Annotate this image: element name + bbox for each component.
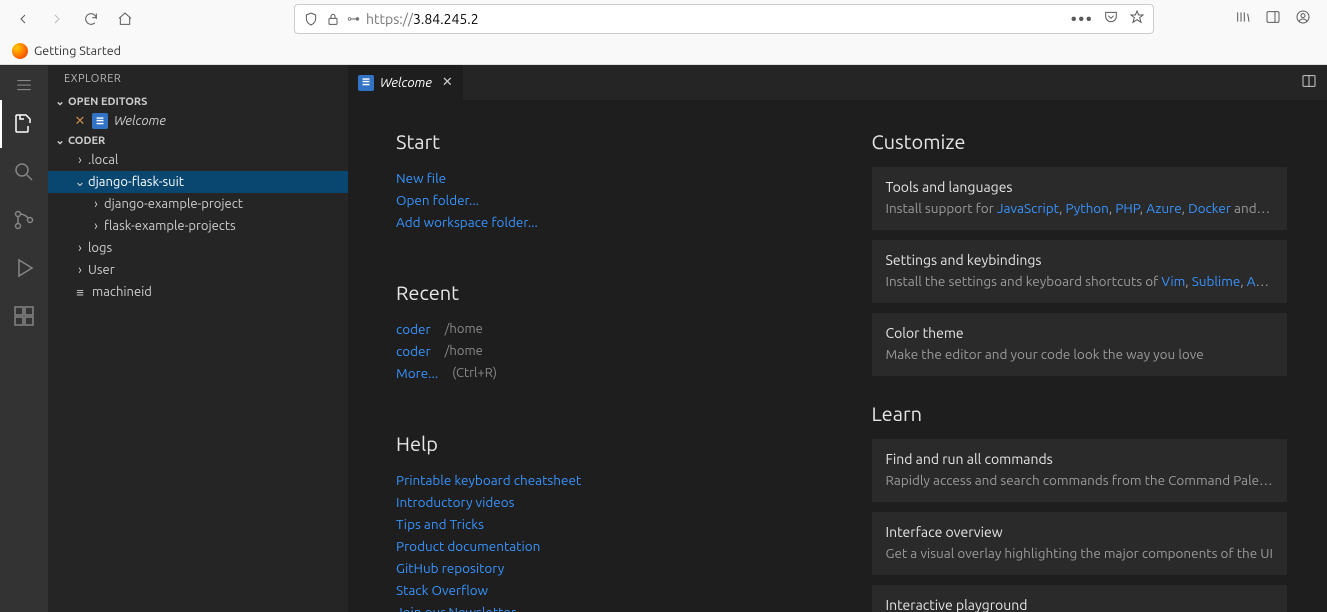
recent-more[interactable]: More...(Ctrl+R) [396,362,812,384]
extensions-activity[interactable] [0,292,48,340]
welcome-file-icon: ☰ [92,113,108,129]
explorer-title: EXPLORER [48,65,348,93]
scm-activity[interactable] [0,196,48,244]
help-link[interactable]: Product documentation [396,535,812,557]
help-link[interactable]: Join our Newsletter [396,601,812,612]
pocket-icon[interactable] [1103,9,1119,29]
learn-overview-card[interactable]: Interface overview Get a visual overlay … [872,512,1288,575]
open-editor-item[interactable]: ✕ ☰ Welcome [48,110,348,132]
lock-icon [325,11,341,27]
debug-activity[interactable] [0,244,48,292]
learn-playground-card[interactable]: Interactive playground [872,585,1288,612]
explorer-sidebar: EXPLORER ⌄OPEN EDITORS ✕ ☰ Welcome ⌄CODE… [48,65,348,612]
sidebar-toggle-icon[interactable] [1265,9,1281,29]
welcome-tab-icon: ☰ [358,75,374,91]
account-icon[interactable] [1295,9,1311,29]
url-text: https://3.84.245.2 [366,11,1065,27]
help-link[interactable]: Tips and Tricks [396,513,812,535]
customize-tools-card[interactable]: Tools and languages Install support for … [872,167,1288,230]
browser-toolbar: ⊶ https://3.84.245.2 ••• [0,0,1327,38]
activity-bar [0,65,48,612]
learn-commands-card[interactable]: Find and run all commands Rapidly access… [872,439,1288,502]
new-file-link[interactable]: New file [396,167,812,189]
tree-folder-flask-example[interactable]: ›flask-example-projects [48,215,348,237]
shield-icon [303,11,319,27]
tree-folder-django-flask-suit[interactable]: ⌄django-flask-suit [48,171,348,193]
file-tree: ›.local ⌄django-flask-suit ›django-examp… [48,149,348,303]
tree-file-machineid[interactable]: ≡machineid [48,281,348,303]
tree-folder-django-example[interactable]: ›django-example-project [48,193,348,215]
help-link[interactable]: GitHub repository [396,557,812,579]
tree-folder-user[interactable]: ›User [48,259,348,281]
back-button[interactable] [8,4,38,34]
url-bar[interactable]: ⊶ https://3.84.245.2 ••• [294,4,1154,34]
help-link[interactable]: Stack Overflow [396,579,812,601]
editor-area: ☰ Welcome ✕ Start New file Open folder..… [348,65,1327,612]
menu-button[interactable] [0,70,48,100]
browser-tab[interactable]: Getting Started [6,43,127,59]
vscode-app: EXPLORER ⌄OPEN EDITORS ✕ ☰ Welcome ⌄CODE… [0,65,1327,612]
tree-folder-logs[interactable]: ›logs [48,237,348,259]
toolbar-right [1235,9,1319,29]
welcome-page: Start New file Open folder... Add worksp… [348,100,1327,612]
forward-button[interactable] [42,4,72,34]
welcome-right-column: Customize Tools and languages Install su… [872,130,1288,592]
editor-tab-bar: ☰ Welcome ✕ [348,65,1327,100]
firefox-favicon [12,43,28,59]
open-editors-section[interactable]: ⌄OPEN EDITORS [48,93,348,110]
permissions-icon: ⊶ [347,12,360,27]
reload-button[interactable] [76,4,106,34]
close-tab-icon[interactable]: ✕ [442,75,453,90]
learn-heading: Learn [872,402,1288,425]
library-icon[interactable] [1235,9,1251,29]
split-editor-icon[interactable] [1301,73,1317,92]
close-editor-icon[interactable]: ✕ [72,114,88,129]
tree-folder-local[interactable]: ›.local [48,149,348,171]
bookmark-star-icon[interactable] [1129,9,1145,29]
welcome-left-column: Start New file Open folder... Add worksp… [396,130,812,592]
file-icon: ≡ [72,285,88,300]
recent-item[interactable]: coder/home [396,340,812,362]
help-link[interactable]: Introductory videos [396,491,812,513]
search-activity[interactable] [0,148,48,196]
home-button[interactable] [110,4,140,34]
browser-tab-title: Getting Started [34,44,121,58]
add-workspace-link[interactable]: Add workspace folder... [396,211,812,233]
customize-heading: Customize [872,130,1288,153]
explorer-activity[interactable] [0,100,48,148]
recent-heading: Recent [396,281,812,304]
start-heading: Start [396,130,812,153]
customize-theme-card[interactable]: Color theme Make the editor and your cod… [872,313,1288,376]
help-link[interactable]: Printable keyboard cheatsheet [396,469,812,491]
recent-item[interactable]: coder/home [396,318,812,340]
customize-settings-card[interactable]: Settings and keybindings Install the set… [872,240,1288,303]
folder-section[interactable]: ⌄CODER [48,132,348,149]
editor-tab-welcome[interactable]: ☰ Welcome ✕ [348,65,464,100]
open-folder-link[interactable]: Open folder... [396,189,812,211]
page-actions-icon[interactable]: ••• [1071,9,1093,29]
help-heading: Help [396,432,812,455]
browser-tab-strip: Getting Started [0,38,1327,65]
